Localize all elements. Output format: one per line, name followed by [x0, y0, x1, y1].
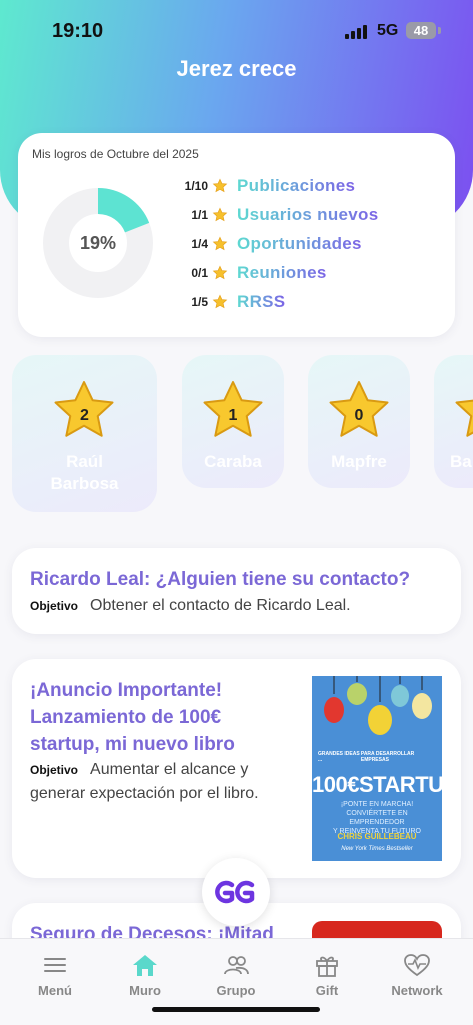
post-objective: Objetivo Obtener el contacto de Ricardo L… — [30, 594, 351, 618]
star-icon — [212, 265, 228, 280]
nav-label: Network — [391, 983, 443, 998]
goal-row-reuniones: 0/1 Reuniones — [168, 260, 458, 286]
ranking-score: 1 — [228, 407, 238, 424]
nav-label: Gift — [315, 983, 339, 998]
goal-count: 1/5 — [191, 295, 208, 309]
book-tagline-left: GRANDES IDEAS ... — [318, 751, 360, 763]
star-icon — [212, 236, 228, 251]
objective-label: Objetivo — [30, 599, 79, 613]
goal-row-publicaciones: 1/10 Publicaciones — [168, 173, 458, 199]
ranking-name: Mapfre — [331, 452, 387, 471]
objective-text: Obtener el contacto de Ricardo Leal. — [90, 597, 351, 614]
goal-count: 0/1 — [191, 266, 208, 280]
network-type: 5G — [377, 22, 399, 39]
post-title-line: ¡Anuncio Importante! — [30, 680, 223, 701]
goal-count: 1/1 — [191, 208, 208, 222]
goal-label: Oportunidades — [237, 234, 362, 253]
goal-count: 1/4 — [191, 237, 208, 251]
post-objective: Objetivo Aumentar el alcance y generar ex… — [30, 758, 259, 805]
book-taglines: GRANDES IDEAS ... PARA DESARROLLAR EMPRE… — [318, 751, 436, 763]
objective-text: Aumentar el alcance y — [90, 761, 249, 778]
ranking-score: 2 — [80, 407, 89, 424]
post-title-line: Lanzamiento de 100€ — [30, 707, 222, 728]
post-card[interactable]: ¡Anuncio Importante! Lanzamiento de 100€… — [12, 659, 461, 878]
status-bar: 19:10 5G 48 — [0, 0, 473, 62]
goal-label: Reuniones — [237, 263, 327, 282]
progress-percent: 19% — [79, 233, 117, 253]
battery-icon: 48 — [406, 22, 436, 39]
nav-label: Menú — [38, 983, 72, 998]
battery-tip — [438, 27, 441, 34]
post-card[interactable]: Ricardo Leal: ¿Alguien tiene su contacto… — [12, 548, 461, 634]
goal-row-rrss: 1/5 RRSS — [168, 289, 458, 315]
goal-label: RRSS — [237, 292, 286, 311]
book-subtitle-line: ¡PONTE EN MARCHA! — [340, 801, 414, 808]
star-icon — [455, 399, 473, 437]
ranking-name: Raúl Barbosa — [50, 452, 119, 493]
post-title-line: startup, mi nuevo libro — [30, 734, 235, 755]
achievements-label: Mis logros de Octubre del 2025 — [32, 147, 199, 161]
star-icon — [212, 178, 228, 193]
book-badge: New York Times Bestseller — [341, 846, 413, 852]
book-cover-image[interactable]: GRANDES IDEAS ... PARA DESARROLLAR EMPRE… — [312, 676, 442, 861]
goal-label: Publicaciones — [237, 176, 356, 195]
menu-icon — [44, 958, 66, 972]
ranking-name: Caraba — [204, 452, 262, 471]
post-title: ¡Anuncio Importante! Lanzamiento de 100€… — [30, 677, 235, 758]
book-author: CHRIS GUILLEBEAU — [337, 832, 417, 841]
nav-item-grupo[interactable]: Grupo — [191, 953, 281, 998]
star-icon — [212, 207, 228, 222]
signal-icon — [345, 25, 367, 39]
nav-item-muro[interactable]: Muro — [100, 953, 190, 998]
group-icon — [224, 956, 249, 975]
ranking-card[interactable]: Ba — [434, 355, 473, 488]
objective-label: Objetivo — [30, 763, 79, 777]
status-time: 19:10 — [52, 20, 104, 42]
nav-item-gift[interactable]: Gift — [282, 953, 372, 998]
nav-label: Grupo — [216, 983, 256, 998]
objective-text: generar expectación por el libro. — [30, 785, 259, 802]
ranking-name: Ba — [450, 452, 472, 471]
nav-label: Muro — [129, 983, 161, 998]
nav-item-menu[interactable]: Menú — [10, 953, 100, 998]
ranking-card[interactable]: 2 Raúl Barbosa — [12, 355, 157, 512]
home-icon — [133, 955, 157, 976]
book-title: 100€STARTUP — [312, 772, 442, 797]
star-icon — [212, 294, 228, 309]
goal-label: Usuarios nuevos — [237, 205, 379, 224]
page-title: Jerez crece — [176, 56, 297, 81]
heartbeat-icon — [404, 954, 430, 977]
home-indicator — [152, 1007, 320, 1012]
gg-logo-icon — [215, 880, 255, 904]
goal-count: 1/10 — [184, 179, 208, 193]
lightbulbs-illustration — [324, 676, 432, 735]
gift-icon — [316, 956, 338, 977]
ranking-score: 0 — [354, 407, 364, 424]
ranking-card[interactable]: 0 Mapfre — [308, 355, 410, 488]
ranking-card[interactable]: 1 Caraba — [182, 355, 284, 488]
goal-row-usuarios: 1/1 Usuarios nuevos — [168, 202, 458, 228]
goal-row-oportunidades: 1/4 Oportunidades — [168, 231, 458, 257]
post-title: Ricardo Leal: ¿Alguien tiene su contacto… — [30, 569, 411, 590]
monthly-achievements-card[interactable]: Mis logros de Octubre del 2025 19% 1/10 … — [18, 133, 455, 337]
book-subtitle-line: CONVIÉRTETE EN EMPRENDEDOR — [346, 810, 408, 826]
nav-item-network[interactable]: Network — [372, 953, 462, 998]
book-subtitle: ¡PONTE EN MARCHA! CONVIÉRTETE EN EMPREND… — [318, 800, 436, 836]
gg-logo-button[interactable] — [202, 858, 270, 926]
book-tagline-right: PARA DESARROLLAR EMPRESAS — [360, 751, 415, 763]
